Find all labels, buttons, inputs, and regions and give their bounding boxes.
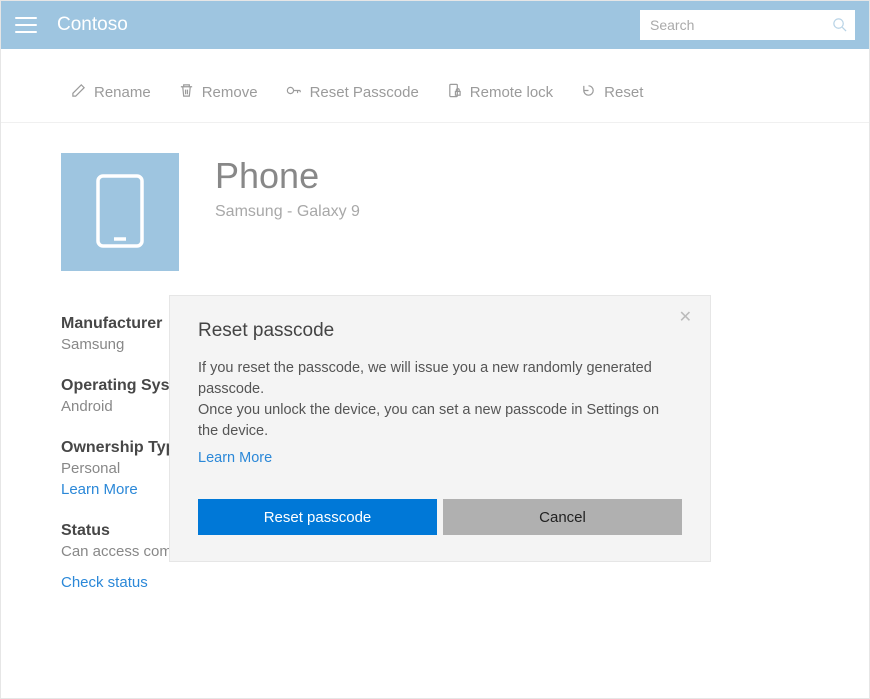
trash-icon: [179, 83, 194, 102]
tablet-lock-icon: [447, 83, 462, 102]
reset-passcode-dialog: ✕ Reset passcode If you reset the passco…: [169, 295, 711, 562]
menu-icon[interactable]: [15, 17, 37, 33]
device-tile: [61, 153, 179, 271]
device-title: Phone: [215, 155, 360, 197]
dialog-body-line2: Once you unlock the device, you can set …: [198, 400, 682, 442]
reset-icon: [581, 83, 596, 102]
reset-button[interactable]: Reset: [581, 83, 643, 102]
search-box[interactable]: [640, 10, 855, 40]
top-bar: Contoso: [1, 1, 869, 49]
rename-button[interactable]: Rename: [71, 83, 151, 102]
device-subtitle: Samsung - Galaxy 9: [215, 203, 360, 221]
dialog-learn-more-link[interactable]: Learn More: [198, 448, 272, 469]
reset-label: Reset: [604, 84, 643, 101]
brand-title: Contoso: [57, 14, 128, 36]
reset-passcode-button[interactable]: Reset Passcode: [286, 83, 419, 102]
search-icon: [832, 17, 847, 35]
reset-passcode-label: Reset Passcode: [310, 84, 419, 101]
search-input[interactable]: [640, 10, 855, 40]
device-header: Phone Samsung - Galaxy 9: [61, 153, 809, 271]
remote-lock-button[interactable]: Remote lock: [447, 83, 553, 102]
rename-label: Rename: [94, 84, 151, 101]
close-icon: ✕: [679, 309, 692, 326]
dialog-body: If you reset the passcode, we will issue…: [198, 358, 682, 469]
dialog-body-line1: If you reset the passcode, we will issue…: [198, 358, 682, 400]
dialog-button-row: Reset passcode Cancel: [198, 499, 682, 535]
key-icon: [286, 83, 302, 102]
dialog-title: Reset passcode: [198, 320, 682, 342]
device-toolbar: Rename Remove Reset Passcode Remote lock: [1, 49, 869, 123]
phone-icon: [95, 173, 145, 252]
ownership-learn-more-link[interactable]: Learn More: [61, 481, 138, 498]
dialog-cancel-button[interactable]: Cancel: [443, 499, 682, 535]
dialog-confirm-button[interactable]: Reset passcode: [198, 499, 437, 535]
check-status-link[interactable]: Check status: [61, 574, 148, 591]
dialog-close-button[interactable]: ✕: [679, 310, 692, 326]
remove-button[interactable]: Remove: [179, 83, 258, 102]
pencil-icon: [71, 83, 86, 102]
remove-label: Remove: [202, 84, 258, 101]
remote-lock-label: Remote lock: [470, 84, 553, 101]
